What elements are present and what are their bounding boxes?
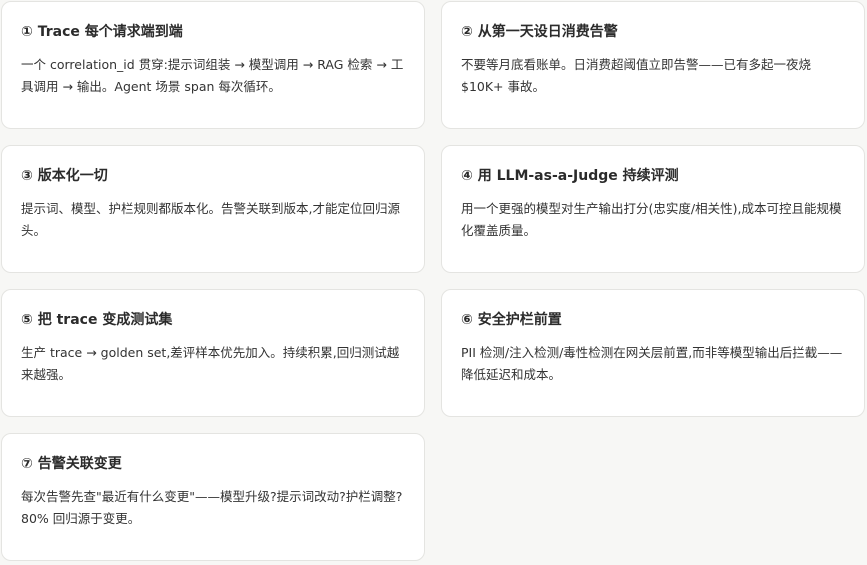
card-title: ② 从第一天设日消费告警 xyxy=(461,24,618,40)
card-description: 用一个更强的模型对生产输出打分(忠实度/相关性),成本可控且能规模化覆盖质量。 xyxy=(461,201,842,238)
card-title: ④ 用 LLM-as-a-Judge 持续评测 xyxy=(461,168,679,184)
practice-card-trace-to-testset: ⑤ 把 trace 变成测试集 生产 trace → golden set,差评… xyxy=(1,289,425,417)
card-title: ⑦ 告警关联变更 xyxy=(21,456,122,472)
card-description: 一个 correlation_id 贯穿:提示词组装 → 模型调用 → RAG … xyxy=(21,57,404,94)
practice-card-guardrails: ⑥ 安全护栏前置 PII 检测/注入检测/毒性检测在网关层前置,而非等模型输出后… xyxy=(441,289,865,417)
card-description: 不要等月底看账单。日消费超阈值立即告警——已有多起一夜烧 $10K+ 事故。 xyxy=(461,57,812,94)
card-title: ① Trace 每个请求端到端 xyxy=(21,24,183,40)
practice-card-alert-change-correlation: ⑦ 告警关联变更 每次告警先查"最近有什么变更"——模型升级?提示词改动?护栏调… xyxy=(1,433,425,561)
card-title: ⑤ 把 trace 变成测试集 xyxy=(21,312,173,328)
card-title: ⑥ 安全护栏前置 xyxy=(461,312,562,328)
card-description: 生产 trace → golden set,差评样本优先加入。持续积累,回归测试… xyxy=(21,345,400,382)
card-title: ③ 版本化一切 xyxy=(21,168,108,184)
card-description: 提示词、模型、护栏规则都版本化。告警关联到版本,才能定位回归源头。 xyxy=(21,201,400,238)
card-description: PII 检测/注入检测/毒性检测在网关层前置,而非等模型输出后拦截——降低延迟和… xyxy=(461,345,843,382)
practice-card-llm-judge: ④ 用 LLM-as-a-Judge 持续评测 用一个更强的模型对生产输出打分(… xyxy=(441,145,865,273)
practice-card-daily-spend-alert: ② 从第一天设日消费告警 不要等月底看账单。日消费超阈值立即告警——已有多起一夜… xyxy=(441,1,865,129)
practice-card-trace: ① Trace 每个请求端到端 一个 correlation_id 贯穿:提示词… xyxy=(1,1,425,129)
best-practices-grid: ① Trace 每个请求端到端 一个 correlation_id 贯穿:提示词… xyxy=(1,1,865,561)
practice-card-versioning: ③ 版本化一切 提示词、模型、护栏规则都版本化。告警关联到版本,才能定位回归源头… xyxy=(1,145,425,273)
card-description: 每次告警先查"最近有什么变更"——模型升级?提示词改动?护栏调整?80% 回归源… xyxy=(21,489,403,526)
